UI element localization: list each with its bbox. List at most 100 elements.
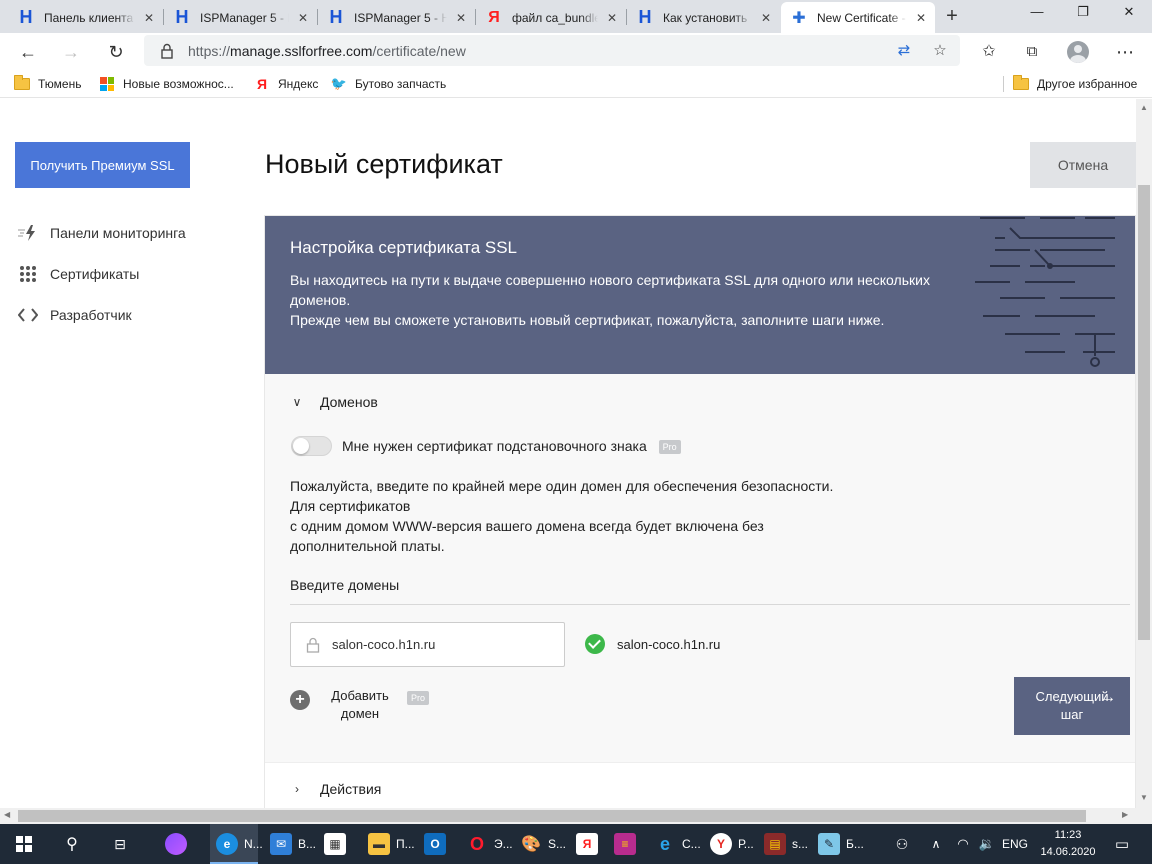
sidebar-item-certificates[interactable]: Сертификаты: [17, 265, 139, 283]
windows-taskbar: ⚲ ⊟ e N... ✉ В... ▦ ▬ П... O O Э... 🎨 S.…: [0, 824, 1152, 864]
card-description: Вы находитесь на пути к выдаче совершенн…: [290, 272, 930, 308]
get-premium-ssl-button[interactable]: Получить Премиум SSL: [15, 142, 190, 188]
taskbar-app[interactable]: ✎ Б...: [812, 824, 864, 864]
favorites-icon[interactable]: ✩: [974, 37, 1004, 67]
new-tab-button[interactable]: +: [938, 3, 966, 31]
favorite-star-icon[interactable]: ☆: [930, 41, 950, 61]
grid-icon: [17, 265, 39, 283]
address-bar[interactable]: https://manage.sslforfree.com/certificat…: [144, 35, 960, 66]
browser-tab[interactable]: H Как установить ✕: [627, 2, 780, 33]
verified-domain-label: salon-coco.h1n.ru: [617, 636, 721, 652]
taskbar-app[interactable]: 🎨 S...: [514, 824, 566, 864]
taskbar-app[interactable]: Y Р...: [704, 824, 754, 864]
scroll-left-arrow-icon[interactable]: ◀: [4, 810, 10, 819]
close-window-button[interactable]: ✕: [1106, 0, 1152, 24]
restore-button[interactable]: ❐: [1060, 0, 1106, 24]
actions-section[interactable]: › Действия: [265, 762, 1135, 808]
profile-avatar[interactable]: [1067, 41, 1089, 63]
search-icon[interactable]: ⚲: [48, 824, 96, 864]
bookmark-item[interactable]: Тюмень: [14, 75, 81, 92]
wifi-icon[interactable]: ◠: [952, 824, 974, 864]
people-icon[interactable]: ⚇: [888, 824, 916, 864]
paint-icon: 🎨: [521, 836, 541, 853]
close-tab-icon[interactable]: ✕: [295, 11, 311, 25]
scroll-down-arrow-icon[interactable]: ▼: [1136, 793, 1152, 802]
taskbar-app[interactable]: ▦: [318, 824, 366, 864]
start-button[interactable]: [0, 824, 48, 864]
back-button[interactable]: ←: [13, 37, 43, 67]
lock-icon[interactable]: [158, 42, 176, 60]
task-view-icon[interactable]: ⊟: [96, 824, 144, 864]
clock-time: 11:23: [1054, 829, 1082, 841]
browser-tab-active[interactable]: ✚ New Certificate - ✕: [781, 2, 935, 33]
notifications-icon[interactable]: ▭: [1104, 824, 1140, 864]
taskbar-app[interactable]: ✉ В...: [264, 824, 316, 864]
forward-button[interactable]: →: [56, 37, 86, 67]
clock[interactable]: 11:23 14.06.2020: [1036, 827, 1100, 861]
language-indicator[interactable]: ENG: [1000, 824, 1030, 864]
check-circle-icon: [585, 634, 605, 654]
taskbar-app[interactable]: e N...: [210, 824, 263, 864]
close-tab-icon[interactable]: ✕: [604, 11, 620, 25]
close-tab-icon[interactable]: ✕: [913, 11, 929, 25]
volume-icon[interactable]: 🔉: [976, 824, 998, 864]
domains-section-header[interactable]: ∨ Доменов: [290, 394, 378, 410]
collections-icon[interactable]: ⧉: [1017, 37, 1047, 67]
taskbar-app[interactable]: ▤ s...: [758, 824, 808, 864]
next-step-button[interactable]: Следующий шаг →: [1014, 677, 1130, 735]
close-tab-icon[interactable]: ✕: [453, 11, 469, 25]
taskbar-app[interactable]: e С...: [648, 824, 701, 864]
cancel-button[interactable]: Отмена: [1030, 142, 1136, 188]
browser-tab[interactable]: H ISPManager 5 - Н ✕: [318, 2, 475, 33]
browser-tab[interactable]: Я файл ca_bundle ✕: [476, 2, 626, 33]
browser-tab[interactable]: H Панель клиента ✕: [8, 2, 163, 33]
verified-domain: salon-coco.h1n.ru: [585, 634, 720, 654]
add-domain-button[interactable]: + Добавить домен Pro: [290, 687, 430, 723]
sidebar-item-developer[interactable]: Разработчик: [17, 306, 132, 324]
vertical-scrollbar[interactable]: ▲ ▼: [1136, 99, 1152, 808]
taskbar-app-label: Б...: [846, 837, 864, 851]
chevron-down-icon: ∨: [292, 395, 302, 409]
horizontal-scrollbar[interactable]: ◀ ▶: [0, 808, 1152, 824]
minimize-button[interactable]: —: [1014, 0, 1060, 24]
sidebar-item-label: Разработчик: [50, 307, 132, 323]
domain-input[interactable]: salon-coco.h1n.ru: [290, 622, 565, 667]
taskbar-app[interactable]: O Э...: [460, 824, 513, 864]
bookmark-item[interactable]: Новые возможнос...: [99, 76, 234, 92]
taskbar-app-label: П...: [396, 837, 415, 851]
bookmark-label: Другое избранное: [1037, 77, 1138, 91]
outlook-icon: O: [424, 833, 446, 855]
browser-tab[interactable]: H ISPManager 5 - Н ✕: [164, 2, 317, 33]
taskbar-app[interactable]: O: [418, 824, 466, 864]
yandex-icon: Я: [488, 8, 500, 26]
bookmark-item[interactable]: Я Яндекс: [254, 76, 318, 92]
translate-icon[interactable]: ⇄: [894, 41, 914, 61]
taskbar-app-label: N...: [244, 837, 263, 851]
other-favorites[interactable]: Другое избранное: [1013, 75, 1138, 92]
wildcard-toggle[interactable]: [291, 436, 332, 456]
scrollbar-thumb[interactable]: [18, 810, 1086, 822]
alice-assistant-icon[interactable]: [152, 824, 200, 864]
chevron-up-icon[interactable]: ∧: [926, 824, 946, 864]
bookmark-item[interactable]: 🐦 Бутово запчасть: [331, 76, 446, 92]
page-content: Получить Премиум SSL Панели мониторинга …: [0, 99, 1152, 808]
scroll-up-arrow-icon[interactable]: ▲: [1136, 103, 1152, 112]
winrar-icon: ≡: [614, 833, 636, 855]
sidebar-item-dashboards[interactable]: Панели мониторинга: [17, 224, 186, 242]
lock-icon: [306, 637, 320, 653]
settings-menu-icon[interactable]: ⋯: [1110, 37, 1140, 67]
actions-section-header[interactable]: › Действия: [290, 781, 381, 797]
close-tab-icon[interactable]: ✕: [758, 11, 774, 25]
bookmarks-separator: [1003, 76, 1004, 92]
close-tab-icon[interactable]: ✕: [141, 11, 157, 25]
ie-icon: e: [659, 833, 670, 854]
scroll-right-arrow-icon[interactable]: ▶: [1122, 810, 1128, 819]
page-title: Новый сертификат: [265, 149, 503, 179]
taskbar-app[interactable]: ▬ П...: [362, 824, 415, 864]
clock-date: 14.06.2020: [1040, 846, 1096, 858]
puzzle-icon: ✚: [792, 9, 806, 27]
refresh-button[interactable]: ↻: [101, 37, 131, 67]
pro-badge: Pro: [407, 691, 430, 705]
url-text[interactable]: https://manage.sslforfree.com/certificat…: [188, 43, 466, 59]
scrollbar-thumb[interactable]: [1138, 185, 1150, 640]
